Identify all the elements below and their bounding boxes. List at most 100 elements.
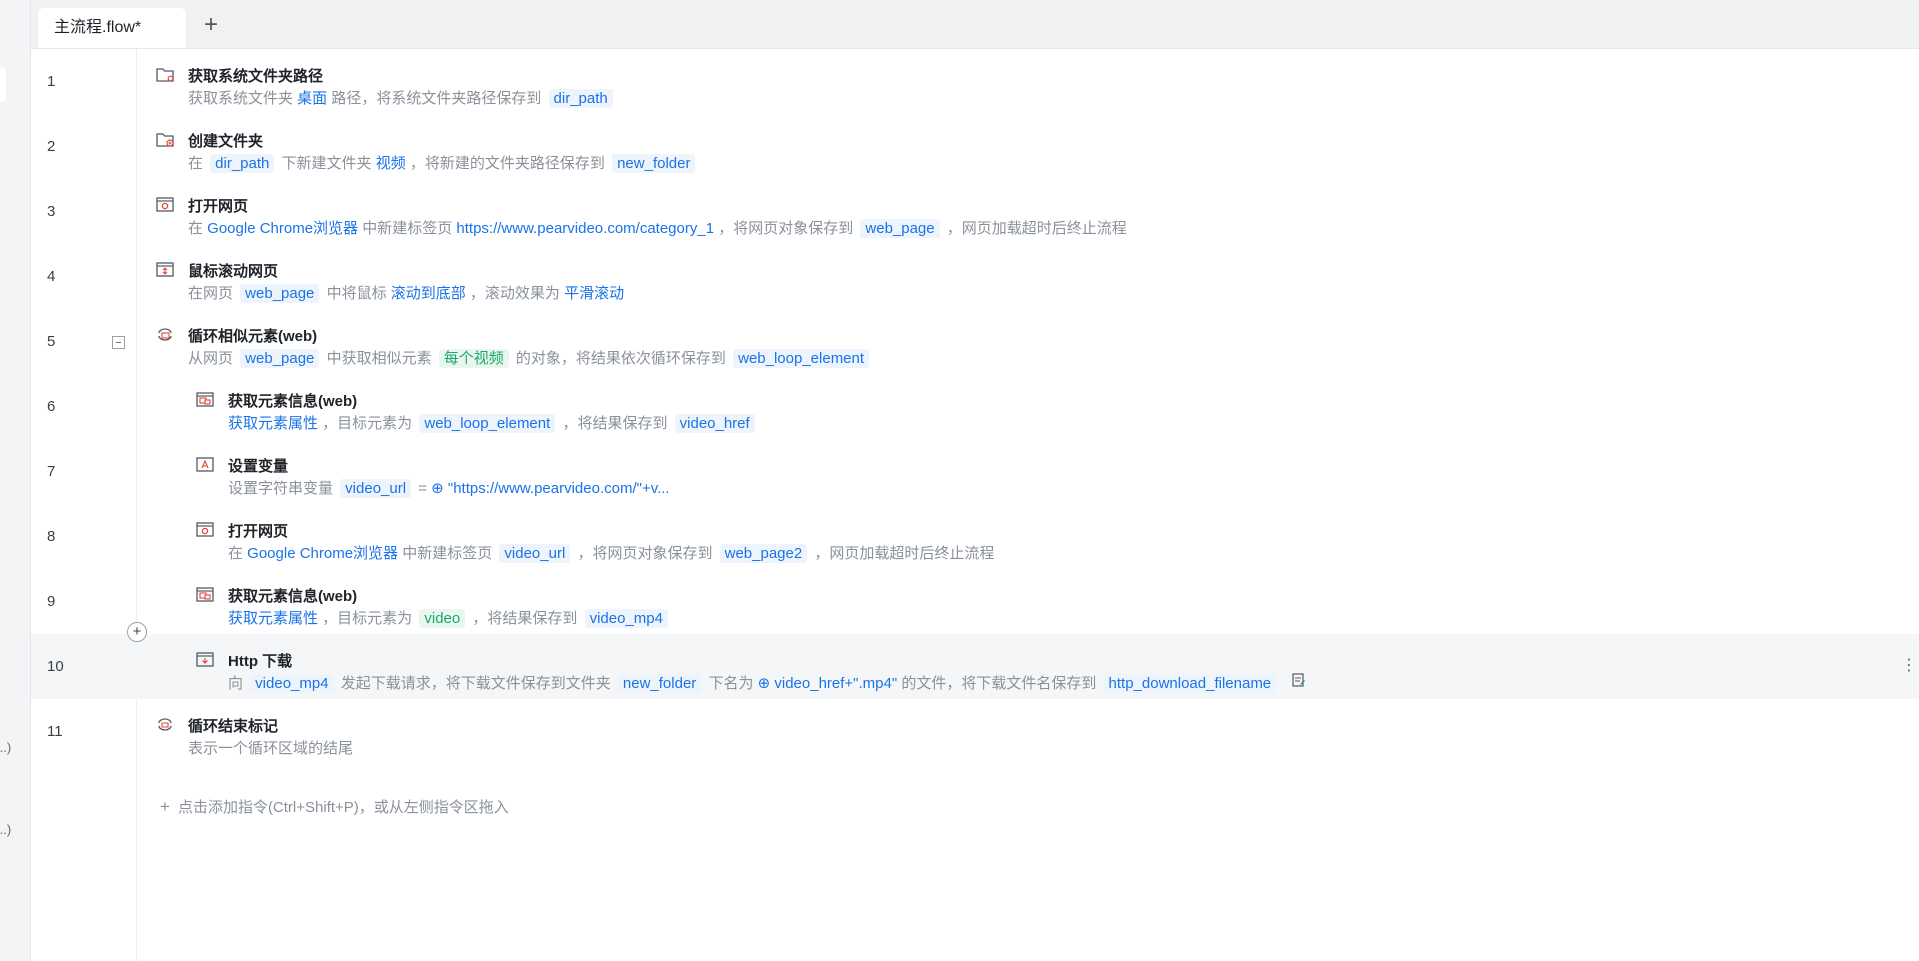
variable-token[interactable]: new_folder	[617, 674, 702, 693]
step-description: 获取系统文件夹 桌面 路径，将系统文件夹路径保存到 dir_path	[188, 87, 616, 111]
step-description: 从网页 web_page 中获取相似元素 每个视频 的对象，将结果依次循环保存到…	[188, 347, 872, 371]
variable-token[interactable]: web_page	[860, 219, 940, 238]
step-title: 循环相似元素(web)	[188, 328, 318, 345]
flow-step-row[interactable]: 8 打开网页在 Google Chrome浏览器 中新建标签页 video_url…	[31, 504, 1919, 569]
description-text: ，将网页对象保存到	[714, 220, 858, 237]
expression-token[interactable]: ⊕ "https://www.pearvideo.com/"+v...	[431, 480, 669, 497]
variable-token[interactable]: video_url	[499, 544, 571, 563]
parameter-value[interactable]: 桌面	[297, 90, 327, 107]
flow-step-row[interactable]: 7 设置变量设置字符串变量 video_url = ⊕ "https://www.…	[31, 439, 1919, 504]
download-icon	[196, 652, 214, 667]
description-text: ，网页加载超时后终止流程	[810, 545, 995, 562]
variable-icon	[196, 457, 214, 472]
expression-token[interactable]: ⊕ video_href+".mp4"	[758, 675, 898, 692]
variable-token[interactable]: web_page	[240, 349, 320, 368]
description-text: 中将鼠标	[322, 285, 391, 302]
description-text: 的文件，将下载文件名保存到	[897, 675, 1101, 692]
browser-icon	[196, 522, 214, 537]
flow-step-row[interactable]: 9 获取元素信息(web) 获取元素属性 ，目标元素为 video ，将结果保存到 …	[31, 569, 1919, 634]
flow-step-row[interactable]: 3 打开网页在 Google Chrome浏览器 中新建标签页 https://w…	[31, 179, 1919, 244]
variable-token[interactable]: dir_path	[210, 154, 275, 173]
element-info-icon	[196, 392, 214, 407]
variable-token[interactable]: video_mp4	[584, 609, 668, 628]
variable-token[interactable]: video_url	[340, 479, 412, 498]
flow-step-row[interactable]: 11 循环结束标记 表示一个循环区域的结尾	[31, 699, 1919, 764]
step-description: 获取元素属性 ，目标元素为 web_loop_element ，将结果保存到 v…	[228, 412, 758, 436]
element-info-icon	[196, 587, 214, 602]
step-description: 在网页 web_page 中将鼠标 滚动到底部 ，滚动效果为 平滑滚动	[188, 282, 624, 306]
left-panel-strip: ‹ ...) ...)	[0, 0, 31, 961]
truncated-label: ...)	[0, 740, 12, 755]
description-text: 中获取相似元素	[322, 350, 436, 367]
parameter-value[interactable]: Google Chrome浏览器	[247, 545, 398, 562]
description-text: 中新建标签页	[398, 545, 497, 562]
variable-token[interactable]: http_download_filename	[1103, 674, 1277, 693]
add-instruction-hint[interactable]: + 点击添加指令(Ctrl+Shift+P)，或从左侧指令区拖入	[160, 796, 509, 817]
description-text: ，网页加载超时后终止流程	[942, 220, 1127, 237]
description-text: 从网页	[188, 350, 238, 367]
step-description: 在 Google Chrome浏览器 中新建标签页 video_url ，将网页…	[228, 542, 994, 566]
parameter-value[interactable]: 平滑滚动	[564, 285, 624, 302]
description-text: 的对象，将结果依次循环保存到	[511, 350, 731, 367]
truncated-label: ...)	[0, 822, 12, 837]
step-description: 在 Google Chrome浏览器 中新建标签页 https://www.pe…	[188, 217, 1127, 241]
variable-token[interactable]: web_page	[240, 284, 320, 303]
element-token[interactable]: 每个视频	[438, 349, 509, 368]
flow-step-row[interactable]: 4 鼠标滚动网页 在网页 web_page 中将鼠标 滚动到底部 ，滚动效果为 平滑…	[31, 244, 1919, 309]
add-instruction-text: 点击添加指令(Ctrl+Shift+P)，或从左侧指令区拖入	[177, 799, 509, 816]
flow-step-row[interactable]: 6 获取元素信息(web) 获取元素属性 ，目标元素为 web_loop_eleme…	[31, 374, 1919, 439]
panel-selected-item[interactable]	[0, 68, 6, 102]
parameter-value[interactable]: https://www.pearvideo.com/category_1	[456, 220, 714, 237]
line-number: 3	[47, 203, 56, 220]
description-text: ，将结果保存到	[468, 610, 582, 627]
insert-step-button[interactable]: +	[127, 622, 147, 642]
description-text: 表示一个循环区域的结尾	[188, 740, 354, 757]
variable-token[interactable]: video_href	[674, 414, 755, 433]
parameter-value[interactable]: 获取元素属性	[228, 415, 318, 432]
flow-step-row[interactable]: 10 + ⋮ Http 下载向 video_mp4 发起下载请求，将下载文件保存到文件…	[31, 622, 1919, 699]
variable-token[interactable]: video_mp4	[250, 674, 334, 693]
variable-token[interactable]: web_loop_element	[419, 414, 556, 433]
description-text: 发起下载请求，将下载文件保存到文件夹	[336, 675, 615, 692]
line-number: 7	[47, 463, 56, 480]
flow-step-row[interactable]: 1 获取系统文件夹路径 获取系统文件夹 桌面 路径，将系统文件夹路径保存到 dir_…	[31, 49, 1919, 114]
description-text: 下名为	[704, 675, 758, 692]
parameter-value[interactable]: 视频	[376, 155, 406, 172]
parameter-value[interactable]: Google Chrome浏览器	[207, 220, 358, 237]
more-options-icon[interactable]: ⋮	[1901, 658, 1917, 674]
description-text: 设置字符串变量	[228, 480, 338, 497]
element-token[interactable]: video	[419, 609, 466, 628]
flow-step-row[interactable]: 2 创建文件夹在 dir_path 下新建文件夹 视频 ，将新建的文件夹路径保存到…	[31, 114, 1919, 179]
variable-token[interactable]: dir_path	[548, 89, 613, 108]
folder-icon	[156, 67, 174, 82]
folder-add-icon	[156, 132, 174, 147]
loop-icon	[156, 327, 174, 342]
description-text: ，将网页对象保存到	[573, 545, 717, 562]
tab-bar: 主流程.flow* +	[31, 0, 1919, 49]
line-number: 9	[47, 593, 56, 610]
parameter-value[interactable]: 滚动到底部	[391, 285, 466, 302]
tab-main-flow[interactable]: 主流程.flow*	[38, 8, 186, 48]
step-title: 设置变量	[228, 458, 289, 475]
description-text: 路径，将系统文件夹路径保存到	[327, 90, 546, 107]
variable-token[interactable]: new_folder	[612, 154, 696, 173]
description-text: 向	[228, 675, 248, 692]
collapse-loop-button[interactable]: −	[112, 336, 125, 349]
step-title: 获取元素信息(web)	[228, 588, 358, 605]
flow-step-row[interactable]: 5 − 循环相似元素(web) 从网页 web_page 中获取相似元素 每个视频 的…	[31, 309, 1919, 374]
description-text: =	[414, 480, 432, 497]
description-text: ，目标元素为	[318, 610, 417, 627]
plus-icon: +	[160, 797, 170, 816]
step-title: 获取元素信息(web)	[228, 393, 358, 410]
step-description: 表示一个循环区域的结尾	[188, 737, 353, 761]
document-edit-icon[interactable]	[1291, 672, 1307, 696]
variable-token[interactable]: web_loop_element	[733, 349, 870, 368]
add-tab-button[interactable]: +	[196, 10, 226, 40]
description-text: 中新建标签页	[358, 220, 457, 237]
scroll-icon	[156, 262, 174, 277]
parameter-value[interactable]: 获取元素属性	[228, 610, 318, 627]
description-text: 获取系统文件夹	[188, 90, 298, 107]
line-number: 5	[47, 333, 56, 350]
variable-token[interactable]: web_page2	[719, 544, 808, 563]
line-number: 6	[47, 398, 56, 415]
